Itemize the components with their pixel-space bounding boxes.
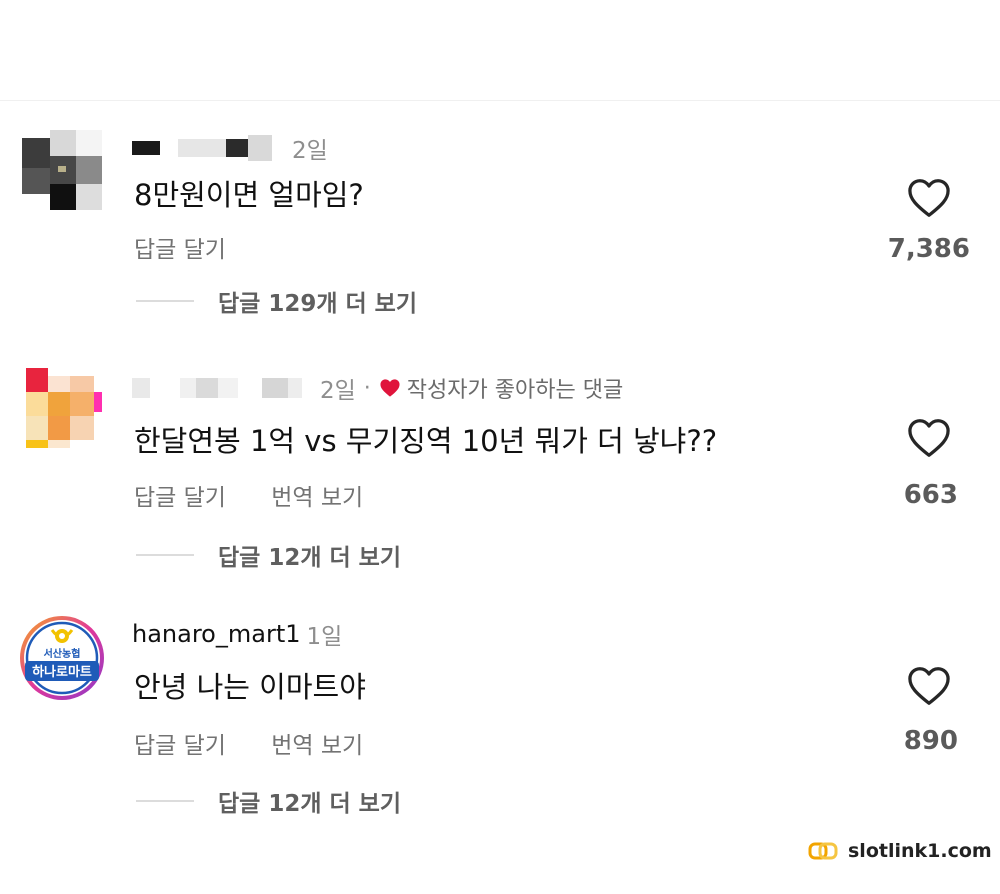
redacted-username bbox=[180, 378, 196, 398]
reply-divider-line bbox=[136, 300, 194, 302]
reply-button[interactable]: 답글 달기 bbox=[134, 237, 226, 263]
comment-text: 안녕 나는 이마트야 bbox=[134, 670, 366, 704]
comment-item: 서산농협 하나로마트 hanaro_mart1 1일 안녕 나는 이마트야 답글… bbox=[0, 614, 1000, 834]
hanaro-logo-main-text: 하나로마트 bbox=[32, 664, 92, 680]
like-button[interactable] bbox=[906, 666, 952, 706]
heart-outline-icon bbox=[908, 667, 950, 705]
reply-divider-line bbox=[136, 554, 194, 556]
comment-actions: 답글 달기 번역 보기 bbox=[134, 478, 401, 512]
comment-time: 2일 bbox=[320, 378, 356, 404]
view-replies-label: 답글 12개 더 보기 bbox=[218, 545, 401, 571]
separator-dot: · bbox=[363, 375, 371, 401]
avatar[interactable] bbox=[22, 368, 102, 448]
redacted-username bbox=[248, 135, 272, 161]
heart-outline-icon bbox=[908, 179, 950, 217]
comment-item: 2일 8만원이면 얼마임? 답글 달기 7,386 답글 129개 더 보기 bbox=[0, 130, 1000, 350]
redacted-username bbox=[226, 139, 248, 157]
redacted-username bbox=[262, 378, 288, 398]
comment-text: 8만원이면 얼마임? bbox=[134, 178, 364, 212]
comment-time: 2일 bbox=[292, 138, 328, 164]
like-button[interactable] bbox=[906, 418, 952, 458]
watermark: slotlink1.com bbox=[808, 840, 992, 862]
view-replies-button[interactable]: 답글 12개 더 보기 bbox=[136, 784, 401, 818]
comment-text: 한달연봉 1억 vs 무기징역 10년 뭐가 더 낳냐?? bbox=[134, 424, 718, 458]
reply-button[interactable]: 답글 달기 bbox=[134, 485, 226, 511]
watermark-text: slotlink1.com bbox=[848, 840, 992, 862]
comment-header: hanaro_mart1 1일 bbox=[132, 616, 342, 652]
comment-header: 2일 bbox=[132, 130, 328, 166]
avatar[interactable] bbox=[22, 130, 102, 210]
redacted-username bbox=[132, 141, 160, 155]
hanaro-logo-top-text: 서산농협 bbox=[44, 647, 81, 660]
creator-liked-label: 작성자가 좋아하는 댓글 bbox=[406, 378, 624, 403]
comment-time: 1일 bbox=[306, 624, 343, 650]
avatar[interactable]: 서산농협 하나로마트 bbox=[18, 614, 106, 702]
top-divider bbox=[0, 100, 1000, 101]
comment-username[interactable]: hanaro_mart1 bbox=[132, 620, 301, 648]
view-replies-button[interactable]: 답글 12개 더 보기 bbox=[136, 538, 401, 572]
link-icon bbox=[808, 842, 838, 860]
translate-button[interactable]: 번역 보기 bbox=[271, 733, 363, 759]
redacted-username bbox=[288, 378, 302, 398]
heart-outline-icon bbox=[908, 419, 950, 457]
redacted-username bbox=[132, 378, 150, 398]
view-replies-label: 답글 12개 더 보기 bbox=[218, 791, 401, 817]
redacted-username bbox=[178, 139, 226, 157]
pixelated-avatar-image bbox=[22, 130, 102, 210]
comment-item: 2일 · 작성자가 좋아하는 댓글 한달연봉 1억 vs 무기징역 10년 뭐가… bbox=[0, 368, 1000, 590]
creator-liked-badge: 작성자가 좋아하는 댓글 bbox=[379, 372, 623, 404]
pixelated-avatar-image bbox=[22, 368, 102, 448]
heart-filled-icon bbox=[380, 379, 400, 397]
hanaro-mart-logo: 서산농협 하나로마트 bbox=[20, 616, 104, 700]
view-replies-button[interactable]: 답글 129개 더 보기 bbox=[136, 284, 417, 318]
redacted-username bbox=[196, 378, 218, 398]
comment-actions: 답글 달기 번역 보기 bbox=[134, 726, 401, 760]
like-count: 7,386 bbox=[887, 234, 970, 264]
comment-header: 2일 · 작성자가 좋아하는 댓글 bbox=[132, 370, 623, 406]
like-button[interactable] bbox=[906, 178, 952, 218]
comment-actions: 답글 달기 bbox=[134, 230, 264, 264]
like-count: 890 bbox=[903, 726, 958, 756]
redacted-username bbox=[218, 378, 238, 398]
translate-button[interactable]: 번역 보기 bbox=[271, 485, 363, 511]
like-count: 663 bbox=[903, 480, 958, 510]
reply-divider-line bbox=[136, 800, 194, 802]
view-replies-label: 답글 129개 더 보기 bbox=[218, 291, 417, 317]
reply-button[interactable]: 답글 달기 bbox=[134, 733, 226, 759]
